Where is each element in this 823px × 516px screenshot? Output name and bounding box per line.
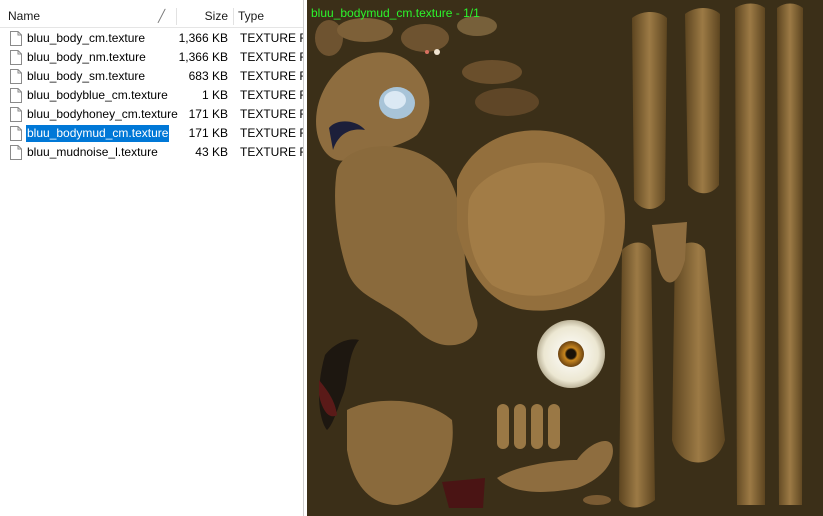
file-size: 683 KB (188, 69, 228, 83)
file-size: 171 KB (188, 107, 228, 121)
file-size: 1,366 KB (178, 31, 228, 45)
file-row[interactable]: bluu_body_sm.texture 683 KB TEXTURE Fi (0, 67, 303, 86)
column-header: Name ╱ Size Type (0, 5, 303, 28)
file-icon (10, 50, 22, 65)
file-name[interactable]: bluu_body_cm.texture (26, 30, 146, 47)
file-size: 1 KB (201, 88, 228, 102)
file-name[interactable]: bluu_mudnoise_l.texture (26, 144, 159, 161)
file-icon (10, 107, 22, 122)
file-name[interactable]: bluu_bodymud_cm.texture (26, 125, 170, 142)
file-type: TEXTURE Fi (240, 50, 303, 64)
file-name[interactable]: bluu_bodyblue_cm.texture (26, 87, 169, 104)
column-divider[interactable] (176, 8, 177, 25)
file-size: 43 KB (195, 145, 228, 159)
file-icon (10, 31, 22, 46)
file-icon (10, 69, 22, 84)
file-icon (10, 88, 22, 103)
file-type: TEXTURE Fi (240, 107, 303, 121)
file-size: 1,366 KB (178, 50, 228, 64)
file-row[interactable]: bluu_body_nm.texture 1,366 KB TEXTURE Fi (0, 48, 303, 67)
file-type: TEXTURE Fi (240, 126, 303, 140)
file-type: TEXTURE Fi (240, 88, 303, 102)
file-type: TEXTURE Fi (240, 145, 303, 159)
file-icon (10, 126, 22, 141)
file-size: 171 KB (188, 126, 228, 140)
preview-title: bluu_bodymud_cm.texture - 1/1 (311, 6, 480, 20)
column-header-type[interactable]: Type (238, 5, 303, 27)
file-type: TEXTURE Fi (240, 31, 303, 45)
texture-preview: bluu_bodymud_cm.texture - 1/1 (307, 0, 823, 516)
file-row[interactable]: bluu_bodyhoney_cm.texture 171 KB TEXTURE F… (0, 105, 303, 124)
file-type: TEXTURE Fi (240, 69, 303, 83)
file-icon (10, 145, 22, 160)
file-row[interactable]: bluu_mudnoise_l.texture 43 KB TEXTURE Fi (0, 143, 303, 162)
column-header-name[interactable]: Name (8, 5, 173, 27)
file-name[interactable]: bluu_bodyhoney_cm.texture (26, 106, 179, 123)
column-divider[interactable] (233, 8, 234, 25)
column-header-size[interactable]: Size (178, 5, 230, 27)
file-row[interactable]: bluu_body_cm.texture 1,366 KB TEXTURE Fi (0, 29, 303, 48)
sort-indicator-icon: ╱ (158, 9, 166, 23)
file-name[interactable]: bluu_body_nm.texture (26, 49, 147, 66)
file-list-panel: Name ╱ Size Type bluu_body_cm.texture 1,3… (0, 0, 304, 516)
texture-image (307, 0, 823, 516)
file-row[interactable]: bluu_bodyblue_cm.texture 1 KB TEXTURE Fi (0, 86, 303, 105)
file-name[interactable]: bluu_body_sm.texture (26, 68, 146, 85)
file-row[interactable]: bluu_bodymud_cm.texture 171 KB TEXTURE Fi (0, 124, 303, 143)
